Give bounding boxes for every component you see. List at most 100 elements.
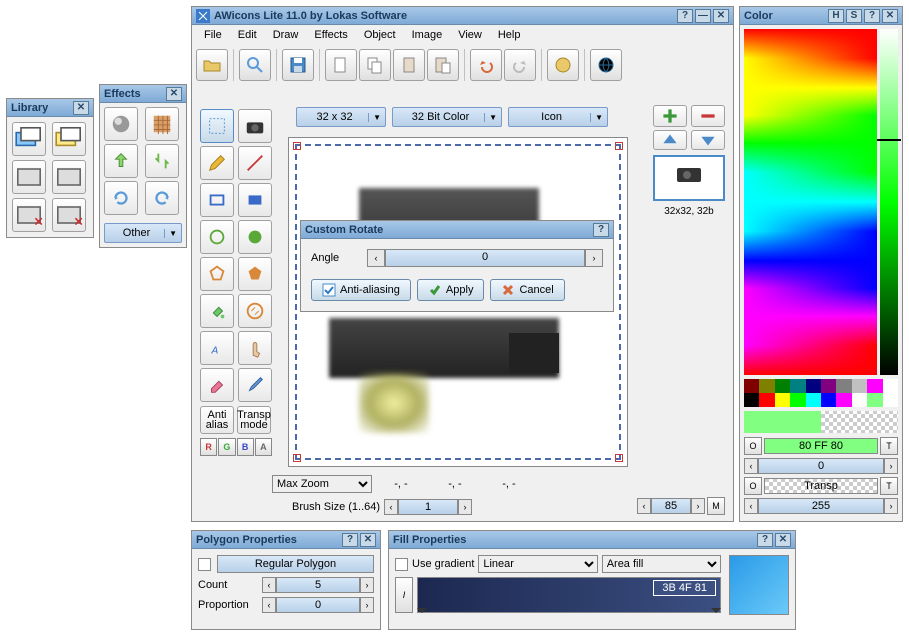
dialog-titlebar[interactable]: Custom Rotate ?	[301, 221, 613, 239]
transp-t[interactable]: T	[880, 477, 898, 495]
minimize-icon[interactable]: —	[695, 9, 711, 23]
channel-r[interactable]: R	[200, 438, 217, 456]
library-btn-3[interactable]	[12, 160, 46, 194]
library-btn-1[interactable]	[12, 122, 46, 156]
bit-dropdown[interactable]: 32 Bit Color▼	[392, 107, 502, 127]
effects-other-dropdown[interactable]: Other ▼	[104, 223, 182, 243]
redo-button[interactable]	[504, 49, 536, 81]
menu-file[interactable]: File	[196, 27, 230, 43]
zoom-button[interactable]	[239, 49, 271, 81]
library-btn-2[interactable]	[52, 122, 86, 156]
zoom-mode[interactable]: M	[707, 497, 725, 515]
paste-button[interactable]	[427, 49, 459, 81]
antialiasing-toggle[interactable]: Anti-aliasing	[311, 279, 411, 301]
zoom-value[interactable]: 85	[651, 498, 691, 514]
menu-effects[interactable]: Effects	[306, 27, 355, 43]
hex-dec[interactable]: ‹	[744, 458, 758, 474]
web-button[interactable]	[590, 49, 622, 81]
count-value[interactable]: 5	[276, 577, 360, 593]
menu-object[interactable]: Object	[356, 27, 404, 43]
fill-i-button[interactable]: I	[395, 577, 413, 613]
gradient-type-select[interactable]: Linear	[478, 555, 597, 573]
effect-swap[interactable]	[145, 144, 179, 178]
menu-view[interactable]: View	[450, 27, 490, 43]
zoom-dec[interactable]: ‹	[637, 498, 651, 514]
tool-transpmode[interactable]: Transp mode	[237, 406, 271, 434]
hex-spin[interactable]: 0	[758, 458, 884, 474]
alpha-dec[interactable]: ‹	[744, 498, 758, 514]
close-icon[interactable]: ✕	[713, 9, 729, 23]
tool-polygon-fill[interactable]	[238, 257, 272, 291]
lightness-slider[interactable]	[880, 29, 898, 375]
alpha-value[interactable]: 255	[758, 498, 884, 514]
zoom-inc[interactable]: ›	[691, 498, 705, 514]
angle-inc[interactable]: ›	[585, 249, 603, 267]
cancel-button[interactable]: Cancel	[490, 279, 564, 301]
angle-value[interactable]: 0	[385, 249, 585, 267]
transp-display[interactable]: Transp	[764, 478, 878, 494]
tool-camera[interactable]	[238, 109, 272, 143]
tool-select[interactable]	[200, 109, 234, 143]
hex-inc[interactable]: ›	[884, 458, 898, 474]
prop-inc[interactable]: ›	[360, 597, 374, 613]
mode-h[interactable]: H	[828, 9, 844, 23]
transp-o[interactable]: O	[744, 477, 762, 495]
swatch-row-2[interactable]	[744, 393, 898, 407]
channel-b[interactable]: B	[237, 438, 254, 456]
count-inc[interactable]: ›	[360, 577, 374, 593]
size-dropdown[interactable]: 32 x 32▼	[296, 107, 386, 127]
tool-fill[interactable]	[200, 294, 234, 328]
color-o[interactable]: O	[744, 437, 762, 455]
count-dec[interactable]: ‹	[262, 577, 276, 593]
remove-button[interactable]	[691, 105, 725, 127]
help-icon[interactable]: ?	[864, 9, 880, 23]
brush-value[interactable]: 1	[398, 499, 458, 515]
close-icon[interactable]: ✕	[775, 533, 791, 547]
tool-circle-fill[interactable]	[238, 220, 272, 254]
effect-arrow-up[interactable]	[104, 144, 138, 178]
channel-g[interactable]: G	[218, 438, 235, 456]
close-icon[interactable]: ✕	[882, 9, 898, 23]
apply-button[interactable]: Apply	[417, 279, 485, 301]
open-button[interactable]	[196, 49, 228, 81]
tool-replace[interactable]	[238, 294, 272, 328]
tool-rect-fill[interactable]	[238, 183, 272, 217]
close-icon[interactable]: ✕	[73, 101, 89, 115]
regular-checkbox[interactable]	[198, 558, 211, 571]
help-icon[interactable]: ?	[677, 9, 693, 23]
library-btn-4[interactable]	[52, 160, 86, 194]
effect-rotate-ccw[interactable]	[104, 181, 138, 215]
color-hex[interactable]: 80 FF 80	[764, 438, 878, 454]
zoom-select[interactable]: Max Zoom	[272, 475, 372, 493]
channel-a[interactable]: A	[255, 438, 272, 456]
close-icon[interactable]: ✕	[360, 533, 376, 547]
save-button[interactable]	[282, 49, 314, 81]
alpha-inc[interactable]: ›	[884, 498, 898, 514]
swatch-row-1[interactable]	[744, 379, 898, 393]
gradient-checkbox[interactable]	[395, 558, 408, 571]
help-icon[interactable]: ?	[342, 533, 358, 547]
tool-circle[interactable]	[200, 220, 234, 254]
angle-dec[interactable]: ‹	[367, 249, 385, 267]
tool-line[interactable]	[238, 146, 272, 180]
new-button[interactable]	[325, 49, 357, 81]
current-colors[interactable]	[744, 411, 898, 433]
effect-rotate-cw[interactable]	[145, 181, 179, 215]
gradient-bar[interactable]: 3B 4F 81	[417, 577, 721, 613]
regular-label[interactable]: Regular Polygon	[217, 555, 374, 573]
export-button[interactable]	[547, 49, 579, 81]
tool-antialias[interactable]: Anti alias	[200, 406, 234, 434]
thumbnail-selected[interactable]	[653, 155, 725, 201]
help-icon[interactable]: ?	[757, 533, 773, 547]
tool-eraser[interactable]	[200, 368, 234, 402]
effect-texture[interactable]	[145, 107, 179, 141]
tool-pencil[interactable]	[200, 146, 234, 180]
tool-rect[interactable]	[200, 183, 234, 217]
effect-sphere[interactable]	[104, 107, 138, 141]
tool-polygon[interactable]	[200, 257, 234, 291]
undo-button[interactable]	[470, 49, 502, 81]
brush-inc[interactable]: ›	[458, 499, 472, 515]
tool-text[interactable]: A	[200, 331, 234, 365]
nav-down-button[interactable]	[691, 130, 725, 150]
add-button[interactable]	[653, 105, 687, 127]
